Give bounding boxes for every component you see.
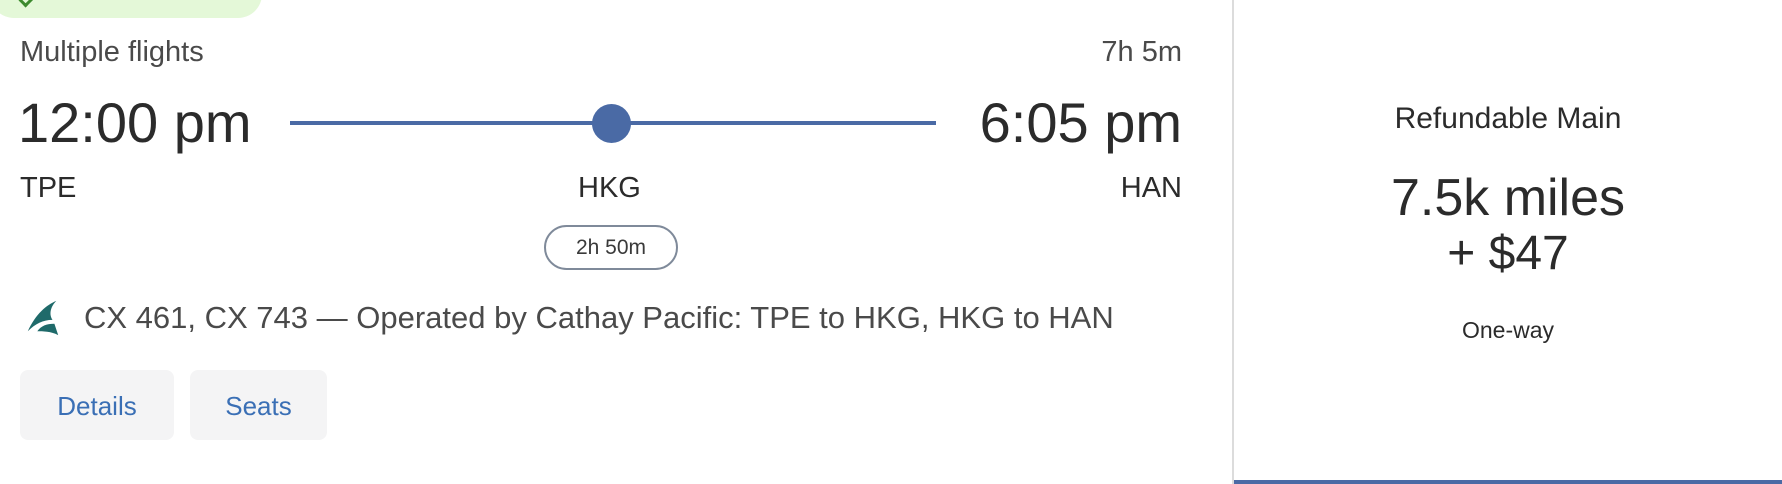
arrival-time: 6:05 pm — [979, 91, 1182, 154]
trip-type-label: One-way — [1461, 317, 1555, 343]
carrier-details-text: CX 461, CX 743 — Operated by Cathay Paci… — [84, 300, 1114, 335]
fare-name: Refundable Main — [1394, 102, 1622, 135]
cathay-pacific-logo-icon — [27, 300, 59, 336]
fare-selected-accent — [1234, 480, 1782, 484]
fare-option-refundable-main[interactable]: Refundable Main 7.5k miles + $47 One-way — [1234, 0, 1782, 484]
details-button[interactable]: Details — [20, 370, 174, 440]
flight-itinerary: Multiple flights 7h 5m 12:00 pm 6:05 pm … — [0, 0, 1232, 484]
destination-airport: HAN — [1120, 172, 1182, 204]
flight-result-card: Multiple flights 7h 5m 12:00 pm 6:05 pm … — [0, 0, 1782, 484]
flight-summary-label: Multiple flights — [20, 36, 204, 68]
fare-cash-price: + $47 — [1447, 227, 1569, 280]
departure-time: 12:00 pm — [18, 91, 252, 154]
fare-miles-price: 7.5k miles — [1390, 169, 1626, 227]
total-duration: 7h 5m — [1101, 36, 1182, 68]
layover-stop-dot — [592, 104, 631, 143]
carrier-info: CX 461, CX 743 — Operated by Cathay Paci… — [24, 298, 1114, 338]
stop-airport: HKG — [578, 172, 641, 204]
origin-airport: TPE — [20, 172, 77, 204]
layover-duration-badge: 2h 50m — [544, 225, 678, 270]
seats-button[interactable]: Seats — [190, 370, 327, 440]
